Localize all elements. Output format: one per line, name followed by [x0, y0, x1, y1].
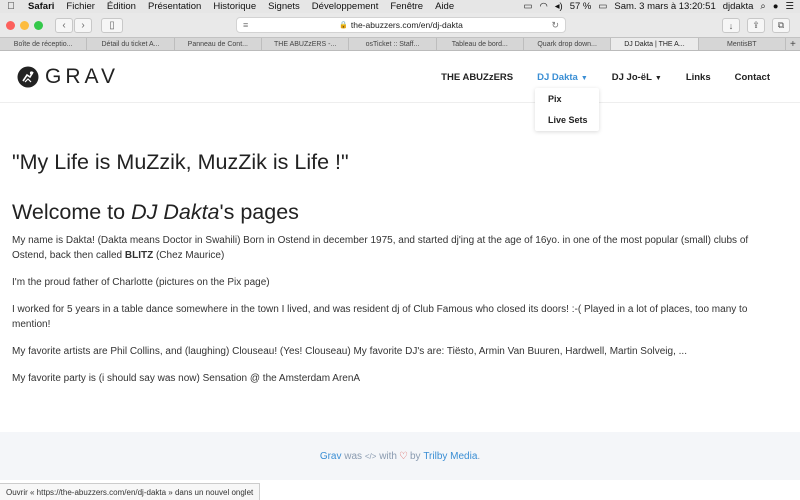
battery-icon[interactable]: ▭: [598, 1, 607, 12]
dropdown-item-pix[interactable]: Pix: [535, 88, 599, 109]
welcome-name: DJ Dakta: [131, 200, 220, 224]
page-content: "My Life is MuZzik, MuzZik is Life !" We…: [12, 150, 782, 398]
siri-icon[interactable]: ●: [773, 1, 779, 12]
window-minimize-icon[interactable]: [20, 20, 29, 30]
address-bar[interactable]: ≡ 🔒 the-abuzzers.com/en/dj-dakta ↻: [236, 17, 566, 33]
new-tab-button[interactable]: +: [786, 38, 800, 50]
sidebar-button[interactable]: ▯: [101, 17, 123, 33]
heart-icon: ♡: [399, 450, 408, 462]
footer-period: .: [477, 450, 481, 462]
paragraph-intro: My name is Dakta! (Dakta means Doctor in…: [12, 233, 782, 263]
footer-grav-link[interactable]: Grav: [320, 451, 342, 462]
nav-links-label: Links: [685, 71, 711, 83]
volume-icon[interactable]: ◂): [555, 1, 563, 12]
tab-tableau-bord[interactable]: Tableau de bord...: [437, 38, 524, 50]
dj-dakta-dropdown: Pix Live Sets: [535, 88, 599, 131]
paragraph-artists: My favorite artists are Phil Collins, an…: [12, 346, 687, 357]
battery-percent: 57 %: [569, 1, 592, 12]
nav-dj-dakta-label: DJ Dakta: [537, 71, 578, 83]
nav-the-abuzzers-label: THE ABUZzERS: [441, 71, 514, 83]
back-button[interactable]: ‹: [55, 17, 73, 33]
downloads-button[interactable]: ↓: [722, 18, 740, 33]
tabs-icon: ⧉: [777, 20, 785, 30]
download-icon: ↓: [728, 20, 734, 31]
dropdown-item-live-sets[interactable]: Live Sets: [535, 109, 599, 130]
chevron-down-icon: ▼: [580, 74, 588, 82]
clock[interactable]: Sam. 3 mars à 13:20:51: [614, 1, 715, 12]
menu-fichier[interactable]: Fichier: [60, 1, 101, 12]
tab-osticket[interactable]: osTicket :: Staff...: [349, 38, 437, 50]
footer-was: was: [344, 450, 363, 462]
notification-center-icon[interactable]: ☰: [785, 1, 794, 12]
tab-mentisbt[interactable]: MentisBT: [699, 38, 786, 50]
chevron-left-icon: ‹: [62, 19, 66, 31]
menu-developpement[interactable]: Développement: [306, 1, 385, 12]
nav-dj-joel[interactable]: DJ Jo-ëL ▼: [600, 72, 674, 83]
site-header: GRAV THE ABUZzERS DJ Dakta ▼ DJ Jo-ëL ▼ Li…: [0, 51, 800, 103]
spotlight-icon[interactable]: ⌕: [760, 1, 765, 12]
tab-boite-reception[interactable]: Boîte de réceptio...: [0, 38, 88, 50]
welcome-suffix: 's pages: [219, 200, 299, 224]
page-title: Welcome to DJ Dakta's pages: [12, 200, 782, 225]
footer-by: by: [409, 450, 421, 462]
reload-icon[interactable]: ↻: [551, 20, 559, 31]
paragraph-work: I worked for 5 years in a table dance so…: [12, 304, 748, 330]
menu-aide[interactable]: Aide: [429, 1, 460, 12]
sidebar-icon: ▯: [109, 19, 115, 31]
tab-quark[interactable]: Quark drop down...: [524, 38, 612, 50]
page-quote: "My Life is MuZzik, MuzZik is Life !": [12, 150, 349, 174]
wifi-icon[interactable]: ◠: [539, 1, 547, 12]
reader-icon[interactable]: ≡: [243, 20, 248, 30]
menu-app-safari[interactable]: Safari: [22, 1, 60, 12]
main-nav: THE ABUZzERS DJ Dakta ▼ DJ Jo-ëL ▼ Links C…: [429, 51, 800, 103]
browser-status-bar: Ouvrir « https://the-abuzzers.com/en/dj-…: [0, 483, 261, 500]
forward-button[interactable]: ›: [74, 17, 92, 33]
address-url: the-abuzzers.com/en/dj-dakta: [350, 20, 463, 30]
tab-bar: Boîte de réceptio... Détail du ticket A.…: [0, 37, 800, 51]
menu-presentation[interactable]: Présentation: [142, 1, 207, 12]
lock-icon: 🔒: [339, 22, 348, 29]
intro-text-b: (Chez Maurice): [153, 250, 225, 261]
footer-author-link[interactable]: Trilby Media: [423, 451, 477, 462]
tab-dj-dakta[interactable]: DJ Dakta | THE A...: [611, 38, 699, 50]
window-zoom-icon[interactable]: [34, 20, 43, 30]
tab-detail-ticket[interactable]: Détail du ticket A...: [87, 38, 175, 50]
browser-toolbar: ‹ › ▯ ≡ 🔒 the-abuzzers.com/en/dj-dakta ↻…: [0, 13, 800, 37]
share-icon: ⇪: [752, 20, 760, 30]
tab-the-abuzzers[interactable]: THE ABUZzERS -...: [262, 38, 350, 50]
menu-historique[interactable]: Historique: [207, 1, 262, 12]
grav-logo-icon: [17, 66, 39, 88]
window-close-icon[interactable]: [6, 20, 15, 30]
chevron-right-icon: ›: [81, 19, 85, 31]
logo-text: GRAV: [45, 65, 119, 88]
share-button[interactable]: ⇪: [747, 18, 765, 33]
welcome-prefix: Welcome to: [12, 200, 132, 224]
menu-fenetre[interactable]: Fenêtre: [384, 1, 429, 12]
status-text: Ouvrir « https://the-abuzzers.com/en/dj-…: [6, 487, 254, 497]
paragraph-father: I'm the proud father of Charlotte (pictu…: [12, 277, 270, 288]
nav-the-abuzzers[interactable]: THE ABUZzERS: [429, 72, 525, 83]
menubar-user[interactable]: djdakta: [723, 1, 754, 12]
display-icon[interactable]: ▭: [524, 1, 533, 12]
chevron-down-icon: ▼: [654, 74, 662, 82]
nav-contact[interactable]: Contact: [723, 72, 800, 83]
nav-dj-dakta[interactable]: DJ Dakta ▼: [525, 72, 600, 83]
intro-club-name: BLITZ: [124, 250, 154, 261]
code-icon: </>: [364, 451, 377, 461]
footer-with: with: [379, 450, 397, 462]
tab-overview-button[interactable]: ⧉: [772, 18, 790, 33]
site-footer: Grav was </> with ♡ by Trilby Media.: [0, 432, 800, 480]
nav-links[interactable]: Links: [674, 72, 723, 83]
site-logo[interactable]: GRAV: [17, 65, 119, 89]
menu-signets[interactable]: Signets: [262, 1, 306, 12]
intro-text-a: My name is Dakta! (Dakta means Doctor in…: [12, 235, 749, 261]
apple-icon[interactable]: : [0, 1, 22, 12]
nav-dj-joel-label: DJ Jo-ëL: [611, 71, 652, 83]
mac-menu-bar:  Safari Fichier Édition Présentation Hi…: [0, 0, 800, 13]
nav-contact-label: Contact: [734, 71, 770, 83]
menu-edition[interactable]: Édition: [101, 1, 142, 12]
tab-panneau-controle[interactable]: Panneau de Cont...: [175, 38, 262, 50]
plus-icon: +: [790, 38, 796, 50]
paragraph-party: My favorite party is (i should say was n…: [12, 373, 361, 384]
